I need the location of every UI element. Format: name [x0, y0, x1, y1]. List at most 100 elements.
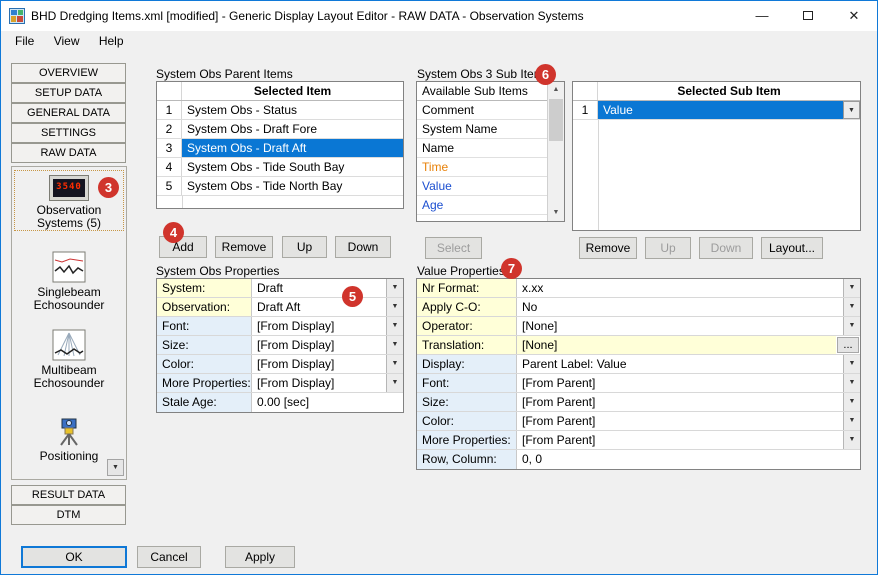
minimize-button[interactable]: —	[739, 1, 785, 31]
table-row-selected[interactable]: 1 Value ▼	[573, 101, 860, 120]
parent-items-table: Selected Item 1 System Obs - Status 2 Sy…	[156, 81, 404, 209]
table-row[interactable]: 2 System Obs - Draft Fore	[157, 120, 403, 139]
select-button[interactable]: Select	[425, 237, 482, 259]
sidebar-tab-settings[interactable]: SETTINGS	[11, 123, 126, 143]
scroll-up-icon[interactable]: ▲	[548, 82, 564, 98]
annotation-badge-7: 7	[501, 258, 522, 279]
prop-row-font: Font: [From Display] ▼	[157, 317, 403, 336]
dropdown-arrow-icon[interactable]: ▼	[843, 393, 860, 411]
sidebar-item-singlebeam-echosounder[interactable]: Singlebeam Echosounder	[14, 251, 124, 312]
maximize-icon	[803, 11, 813, 20]
close-icon: ✕	[849, 8, 860, 23]
chevron-down-icon: ▼	[112, 464, 119, 471]
close-button[interactable]: ✕	[831, 1, 877, 31]
sidebar-item-label: Singlebeam Echosounder	[14, 286, 124, 312]
list-item[interactable]: System Name	[417, 120, 547, 139]
dropdown-arrow-icon[interactable]: ▼	[386, 374, 403, 392]
scroll-down-icon[interactable]: ▼	[548, 205, 564, 221]
dropdown-arrow-icon[interactable]: ▼	[386, 317, 403, 335]
selected-sub-item-table: Selected Sub Item 1 Value ▼	[572, 81, 861, 231]
prop-row-display: Display: Parent Label: Value ▼	[417, 355, 860, 374]
sidebar-tab-dtm[interactable]: DTM	[11, 505, 126, 525]
dropdown-arrow-icon[interactable]: ▼	[843, 412, 860, 430]
table-row-selected[interactable]: 3 System Obs - Draft Aft	[157, 139, 403, 158]
layout-button[interactable]: Layout...	[761, 237, 823, 259]
singlebeam-echosounder-icon	[52, 251, 86, 283]
dropdown-arrow-icon[interactable]: ▼	[843, 431, 860, 449]
prop-row-color: Color: [From Parent] ▼	[417, 412, 860, 431]
scrollbar-thumb[interactable]	[549, 99, 563, 141]
ellipsis-button[interactable]: ...	[837, 337, 859, 353]
dropdown-arrow-icon[interactable]: ▼	[843, 298, 860, 316]
column-header-selected-sub-item: Selected Sub Item	[598, 82, 860, 100]
dropdown-arrow-icon[interactable]: ▼	[843, 101, 860, 119]
table-row[interactable]: 1 System Obs - Status	[157, 101, 403, 120]
table-row[interactable]: 5 System Obs - Tide North Bay	[157, 177, 403, 196]
prop-row-size: Size: [From Parent] ▼	[417, 393, 860, 412]
app-icon	[9, 8, 25, 24]
table-corner-cell	[157, 82, 182, 100]
window-title: BHD Dredging Items.xml [modified] - Gene…	[31, 9, 739, 23]
prop-row-observation: Observation: Draft Aft ▼	[157, 298, 403, 317]
prop-row-font: Font: [From Parent] ▼	[417, 374, 860, 393]
dropdown-arrow-icon[interactable]: ▼	[843, 374, 860, 392]
annotation-badge-6: 6	[535, 64, 556, 85]
title-bar: BHD Dredging Items.xml [modified] - Gene…	[1, 1, 877, 31]
remove-sub-button[interactable]: Remove	[579, 237, 637, 259]
sidebar-tab-setup-data[interactable]: SETUP DATA	[11, 83, 126, 103]
dropdown-arrow-icon[interactable]: ▼	[386, 336, 403, 354]
sidebar-tab-overview[interactable]: OVERVIEW	[11, 63, 126, 83]
dropdown-arrow-icon[interactable]: ▼	[386, 298, 403, 316]
dropdown-arrow-icon[interactable]: ▼	[386, 279, 403, 297]
section-title-sub-items: System Obs 3 Sub Items	[417, 67, 550, 81]
menu-file[interactable]: File	[7, 31, 42, 51]
scrollbar[interactable]: ▲ ▼	[547, 82, 564, 221]
sidebar-item-multibeam-echosounder[interactable]: Multibeam Echosounder	[14, 329, 124, 390]
prop-row-color: Color: [From Display] ▼	[157, 355, 403, 374]
list-item[interactable]: Time	[417, 158, 547, 177]
down-button[interactable]: Down	[335, 236, 391, 258]
annotation-badge-4: 4	[163, 222, 184, 243]
minimize-icon: —	[756, 8, 769, 23]
sidebar-tab-result-data[interactable]: RESULT DATA	[11, 485, 126, 505]
list-item[interactable]: Value	[417, 177, 547, 196]
prop-row-system: System: Draft ▼	[157, 279, 403, 298]
multibeam-echosounder-icon	[52, 329, 86, 361]
sidebar-tab-raw-data[interactable]: RAW DATA	[11, 143, 126, 163]
dropdown-arrow-icon[interactable]: ▼	[843, 355, 860, 373]
section-title-value-properties: Value Properties	[417, 264, 505, 278]
table-row[interactable]: 4 System Obs - Tide South Bay	[157, 158, 403, 177]
ok-button[interactable]: OK	[21, 546, 127, 568]
cancel-button[interactable]: Cancel	[137, 546, 201, 568]
list-item[interactable]: Comment	[417, 101, 547, 120]
down-sub-button[interactable]: Down	[699, 237, 753, 259]
sub-item-combobox[interactable]: Value ▼	[598, 101, 860, 119]
sidebar-item-positioning[interactable]: Positioning	[14, 415, 124, 463]
section-title-parent-items: System Obs Parent Items	[156, 67, 293, 81]
list-item[interactable]: Age	[417, 196, 547, 215]
dropdown-arrow-icon[interactable]: ▼	[386, 355, 403, 373]
list-item[interactable]: Name	[417, 139, 547, 158]
menu-view[interactable]: View	[46, 31, 88, 51]
prop-row-operator: Operator: [None] ▼	[417, 317, 860, 336]
sidebar-item-label: Multibeam Echosounder	[14, 364, 124, 390]
available-sub-items-list: Available Sub Items Comment System Name …	[416, 81, 565, 222]
prop-row-nr-format: Nr Format: x.xx ▼	[417, 279, 860, 298]
apply-button[interactable]: Apply	[225, 546, 295, 568]
annotation-badge-5: 5	[342, 286, 363, 307]
section-title-obs-properties: System Obs Properties	[156, 264, 279, 278]
up-sub-button[interactable]: Up	[645, 237, 691, 259]
dropdown-arrow-icon[interactable]: ▼	[843, 317, 860, 335]
dropdown-arrow-icon[interactable]: ▼	[843, 279, 860, 297]
window-controls: — ✕	[739, 1, 877, 31]
menu-bar: File View Help	[1, 31, 877, 53]
scroll-down-button[interactable]: ▼	[107, 459, 124, 476]
positioning-icon	[53, 415, 85, 447]
sidebar-tab-general-data[interactable]: GENERAL DATA	[11, 103, 126, 123]
menu-help[interactable]: Help	[91, 31, 132, 51]
remove-button[interactable]: Remove	[215, 236, 273, 258]
column-header-selected-item: Selected Item	[182, 82, 403, 100]
up-button[interactable]: Up	[282, 236, 327, 258]
maximize-button[interactable]	[785, 1, 831, 31]
prop-row-size: Size: [From Display] ▼	[157, 336, 403, 355]
